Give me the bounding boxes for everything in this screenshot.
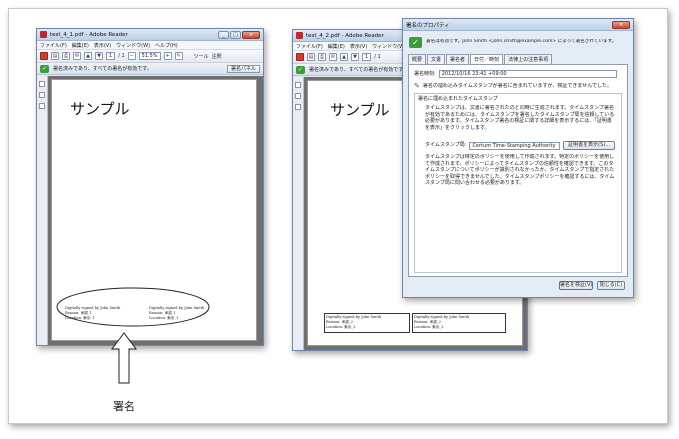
tab-date-time[interactable]: 日付／時刻: [470, 54, 504, 64]
dialog-header: ✓ 署名は有効です。John Smith <john.smith@example…: [403, 31, 633, 51]
info-icon: ✎: [414, 82, 420, 90]
dialog-tabs: 概要 文書 署名者 日付／時刻 法律上の注意事項: [403, 51, 633, 64]
email-icon[interactable]: ✉: [73, 52, 81, 60]
timestamp-paragraph-2: タイムスタンプは特定のポリシーを使用して作成されます。特定のポリシーを使用して作…: [425, 154, 615, 186]
sign-tool-icon[interactable]: ✎: [174, 52, 183, 60]
signatures-panel-icon[interactable]: [295, 104, 301, 110]
page-number-field[interactable]: 1: [362, 53, 372, 61]
close-dialog-button[interactable]: 閉じる(C): [597, 281, 625, 290]
create-pdf-icon[interactable]: [296, 53, 304, 61]
open-icon[interactable]: ▤: [307, 53, 315, 61]
signature-location: Location: 東京_2: [326, 325, 356, 329]
valid-signature-icon: ✓: [40, 64, 49, 73]
left-menubar: ファイル(F) 編集(E) 表示(V) ウィンドウ(W) ヘルプ(H): [37, 41, 263, 50]
close-button[interactable]: ×: [242, 30, 260, 39]
authority-label: タイムスタンプ局:: [425, 142, 467, 149]
embedded-notice-text: 署名の埋め込みタイムスタンプが署名に含まれていますが、検証できませんでした。: [422, 82, 612, 89]
annotation-label: 署名: [113, 400, 135, 413]
pages-panel-icon[interactable]: [39, 81, 45, 87]
signatures-panel-icon[interactable]: [39, 103, 45, 109]
dialog-buttons: 署名を検証(V) 閉じる(C): [559, 281, 625, 290]
left-document-area: サンプル Digitally signed by John Smith Reas…: [37, 76, 263, 345]
left-window-title: test_4_1.pdf - Adobe Reader: [50, 31, 128, 38]
menu-help[interactable]: ヘルプ(H): [155, 42, 178, 49]
signature-field[interactable]: Digitally signed by John Smith Reason: 承…: [65, 306, 145, 321]
create-pdf-icon[interactable]: [40, 52, 48, 60]
left-toolbar: ▤ ⎙ ✉ ▲ ▼ 1 / 1 − 51.5% + ✎ ツール 注釈: [37, 50, 263, 63]
dialog-title: 署名のプロパティ: [406, 22, 450, 29]
tab-document[interactable]: 文書: [427, 54, 446, 64]
authority-field: Certum Time-Stamping Authority: [469, 141, 561, 150]
signature-panel-button[interactable]: 署名パネル: [226, 64, 260, 73]
signature-status-message: 署名済みであり、すべての署名が有効です。: [53, 66, 152, 72]
menu-file[interactable]: ファイル(F): [40, 42, 67, 49]
signature-location: Location: 東京_2: [414, 325, 444, 329]
signature-location: Location: 東京_1: [65, 316, 95, 320]
next-page-icon[interactable]: ▼: [351, 53, 359, 61]
left-signature-bar: ✓ 署名済みであり、すべての署名が有効です。 署名パネル: [37, 63, 263, 75]
authority-row: タイムスタンプ局: Certum Time-Stamping Authority…: [425, 141, 615, 150]
signature-field: Digitally signed by John Smith Reason: 承…: [326, 315, 408, 330]
timestamp-section-title: 署名に埋め込まれたタイムスタンプ: [418, 96, 498, 102]
adobe-reader-icon: [296, 32, 303, 39]
zoom-field[interactable]: 51.5%: [138, 52, 161, 60]
dialog-close-button[interactable]: ×: [612, 20, 630, 29]
print-icon[interactable]: ⎙: [62, 52, 70, 60]
attachments-panel-icon[interactable]: [295, 93, 301, 99]
prev-page-icon[interactable]: ▲: [84, 52, 92, 60]
menu-window[interactable]: ウィンドウ(W): [116, 42, 150, 49]
page-heading: サンプル: [70, 100, 130, 118]
left-titlebar: test_4_1.pdf - Adobe Reader _ □ ×: [37, 29, 263, 41]
menu-file[interactable]: ファイル(F): [296, 43, 323, 50]
minimize-button[interactable]: _: [218, 30, 229, 39]
page-heading: サンプル: [330, 101, 390, 119]
show-certificate-button[interactable]: 証明書を表示(S)...: [563, 141, 615, 150]
pages-panel-icon[interactable]: [295, 82, 301, 88]
menu-window[interactable]: ウィンドウ(W): [372, 43, 406, 50]
dialog-titlebar: 署名のプロパティ ×: [403, 19, 633, 31]
print-icon[interactable]: ⎙: [318, 53, 326, 61]
menu-view[interactable]: 表示(V): [94, 42, 111, 49]
attachments-panel-icon[interactable]: [39, 92, 45, 98]
right-navigation-panel: [293, 77, 304, 350]
window-controls: _ □ ×: [218, 30, 260, 39]
left-navigation-panel: [37, 76, 48, 345]
zoom-out-icon[interactable]: −: [127, 52, 136, 60]
open-icon[interactable]: ▤: [51, 52, 59, 60]
tools-label[interactable]: ツール: [194, 53, 209, 60]
menu-edit[interactable]: 編集(E): [72, 42, 89, 49]
valid-signature-icon: ✓: [409, 37, 422, 48]
page-total: / 1: [118, 53, 125, 59]
email-icon[interactable]: ✉: [329, 53, 337, 61]
zoom-in-icon[interactable]: +: [163, 52, 172, 60]
signature-field: Digitally signed by John Smith Reason: 承…: [414, 315, 504, 330]
next-page-icon[interactable]: ▼: [95, 52, 103, 60]
page-number-field[interactable]: 1: [106, 52, 116, 60]
page-total: / 1: [374, 54, 381, 60]
valid-signature-icon: ✓: [296, 65, 305, 74]
timestamp-groupbox: 署名に埋め込まれたタイムスタンプ タイムスタンプは、文書に署名されたのと同時に生…: [414, 93, 622, 273]
menu-edit[interactable]: 編集(E): [328, 43, 345, 50]
dialog-tab-content: 署名時刻: 2012/10/16 23:41 +09:00 ✎ 署名の埋め込みタ…: [408, 64, 628, 277]
signature-properties-dialog: 署名のプロパティ × ✓ 署名は有効です。John Smith <john.sm…: [402, 18, 634, 298]
adobe-reader-icon: [40, 31, 47, 38]
validate-signature-button[interactable]: 署名を検証(V): [559, 281, 593, 290]
tab-summary[interactable]: 概要: [408, 54, 427, 64]
timestamp-paragraph-1: タイムスタンプは、文書に署名されたのと同時に生成されます。タイムスタンプ署名が有…: [425, 105, 615, 131]
dialog-header-text: 署名は有効です。John Smith <john.smith@example.c…: [426, 39, 617, 45]
signature-field[interactable]: Digitally signed by John Smith Reason: 承…: [149, 306, 229, 321]
embedded-notice-row: ✎ 署名の埋め込みタイムスタンプが署名に含まれていますが、検証できませんでした。: [414, 82, 622, 90]
tab-legal-notice[interactable]: 法律上の注意事項: [504, 54, 553, 64]
signing-time-field: 2012/10/16 23:41 +09:00: [438, 70, 617, 78]
left-reader-window: test_4_1.pdf - Adobe Reader _ □ × ファイル(F…: [36, 28, 264, 346]
signing-time-label: 署名時刻:: [414, 70, 436, 77]
prev-page-icon[interactable]: ▲: [340, 53, 348, 61]
left-pdf-page: サンプル Digitally signed by John Smith Reas…: [51, 79, 257, 341]
maximize-button[interactable]: □: [230, 30, 241, 39]
signature-location: Location: 東京_1: [149, 316, 179, 320]
comment-label[interactable]: 注釈: [212, 53, 222, 60]
signing-time-row: 署名時刻: 2012/10/16 23:41 +09:00: [414, 70, 617, 78]
menu-view[interactable]: 表示(V): [350, 43, 367, 50]
tab-signer[interactable]: 署名者: [446, 54, 470, 64]
